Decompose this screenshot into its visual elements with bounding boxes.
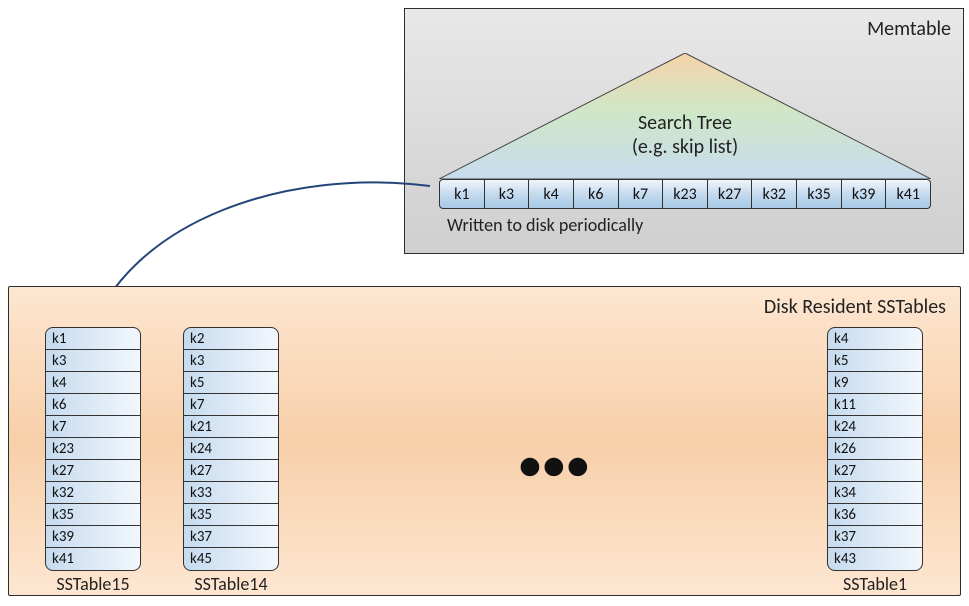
search-tree-label-2: (e.g. skip list) bbox=[439, 135, 931, 159]
sstable-15: k1 k3 k4 k6 k7 k23 k27 k32 k35 k39 k41 bbox=[45, 327, 141, 571]
memtable-key: k3 bbox=[485, 180, 530, 208]
sstable-key: k6 bbox=[46, 394, 140, 416]
sstable-key: k4 bbox=[828, 328, 922, 350]
sstable-key: k36 bbox=[828, 504, 922, 526]
memtable-key: k23 bbox=[663, 180, 708, 208]
sstable-key: k33 bbox=[184, 482, 278, 504]
sstable-key: k7 bbox=[184, 394, 278, 416]
sstable-key: k24 bbox=[828, 416, 922, 438]
sstable-key: k7 bbox=[46, 416, 140, 438]
memtable-key: k39 bbox=[842, 180, 887, 208]
sstable-key: k37 bbox=[184, 526, 278, 548]
ellipsis-icon: ••• bbox=[519, 437, 591, 491]
sstable-key: k3 bbox=[184, 350, 278, 372]
memtable-key: k41 bbox=[886, 180, 930, 208]
sstable-key: k43 bbox=[828, 548, 922, 570]
memtable-key: k1 bbox=[440, 180, 485, 208]
sstable-key: k1 bbox=[46, 328, 140, 350]
sstable-key: k5 bbox=[184, 372, 278, 394]
sstable-key: k45 bbox=[184, 548, 278, 570]
sstable-panel: Disk Resident SSTables k1 k3 k4 k6 k7 k2… bbox=[8, 286, 961, 596]
memtable-key: k27 bbox=[708, 180, 753, 208]
sstable-key: k27 bbox=[184, 460, 278, 482]
sstable-key: k32 bbox=[46, 482, 140, 504]
sstable-14-label: SSTable14 bbox=[183, 573, 279, 595]
memtable-panel: Memtable Search Tree (e.g. skip list) k1… bbox=[404, 8, 964, 254]
sstable-14: k2 k3 k5 k7 k21 k24 k27 k33 k35 k37 k45 bbox=[183, 327, 279, 571]
sstable-key: k11 bbox=[828, 394, 922, 416]
sstable-key: k2 bbox=[184, 328, 278, 350]
sstable-1: k4 k5 k9 k11 k24 k26 k27 k34 k36 k37 k43 bbox=[827, 327, 923, 571]
sstable-key: k26 bbox=[828, 438, 922, 460]
memtable-key: k6 bbox=[574, 180, 619, 208]
memtable-key-row: k1 k3 k4 k6 k7 k23 k27 k32 k35 k39 k41 bbox=[439, 179, 931, 209]
sstable-15-label: SSTable15 bbox=[45, 573, 141, 595]
sstable-key: k34 bbox=[828, 482, 922, 504]
sstable-title: Disk Resident SSTables bbox=[764, 295, 946, 319]
sstable-key: k4 bbox=[46, 372, 140, 394]
memtable-key: k35 bbox=[797, 180, 842, 208]
sstable-key: k3 bbox=[46, 350, 140, 372]
search-tree-label-1: Search Tree bbox=[439, 111, 931, 135]
sstable-key: k27 bbox=[828, 460, 922, 482]
sstable-key: k24 bbox=[184, 438, 278, 460]
memtable-key: k7 bbox=[619, 180, 664, 208]
sstable-key: k35 bbox=[184, 504, 278, 526]
sstable-key: k9 bbox=[828, 372, 922, 394]
memtable-footer: Written to disk periodically bbox=[447, 214, 643, 236]
sstable-key: k35 bbox=[46, 504, 140, 526]
memtable-key: k32 bbox=[752, 180, 797, 208]
sstable-key: k21 bbox=[184, 416, 278, 438]
search-tree-triangle: Search Tree (e.g. skip list) bbox=[439, 53, 931, 179]
sstable-key: k37 bbox=[828, 526, 922, 548]
sstable-key: k27 bbox=[46, 460, 140, 482]
sstable-1-label: SSTable1 bbox=[827, 573, 923, 595]
sstable-key: k5 bbox=[828, 350, 922, 372]
sstable-key: k39 bbox=[46, 526, 140, 548]
sstable-key: k23 bbox=[46, 438, 140, 460]
memtable-key: k4 bbox=[529, 180, 574, 208]
search-tree-labels: Search Tree (e.g. skip list) bbox=[439, 53, 931, 179]
sstable-key: k41 bbox=[46, 548, 140, 570]
memtable-title: Memtable bbox=[867, 17, 951, 41]
